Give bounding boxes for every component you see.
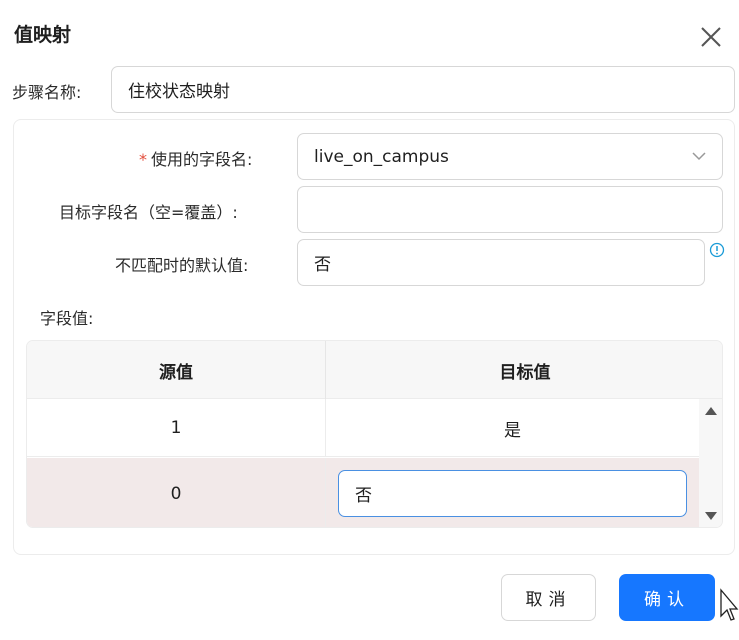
field-name-value: live_on_campus: [314, 146, 449, 167]
value-mapping-dialog: 值映射 步骤名称: 住校状态映射 * 使用的字段名: live_on_campus…: [0, 0, 739, 640]
target-field-input[interactable]: [297, 186, 723, 233]
scroll-down-icon[interactable]: [705, 512, 717, 520]
table-scrollbar[interactable]: [699, 399, 722, 527]
default-value-input[interactable]: 否: [297, 239, 705, 286]
table-header: 源值 目标值: [27, 341, 722, 399]
source-cell[interactable]: 1: [27, 399, 325, 457]
dialog-title: 值映射: [14, 24, 72, 46]
cell-divider: [325, 458, 326, 527]
confirm-button[interactable]: 确认: [619, 574, 715, 621]
table-row[interactable]: 1 是: [27, 399, 699, 457]
target-cell[interactable]: 是: [326, 399, 699, 457]
step-name-value: 住校状态映射: [128, 82, 230, 102]
mouse-cursor-icon: [720, 588, 739, 621]
table-row-selected[interactable]: 0 否: [27, 458, 699, 527]
target-cell-editor-value: 否: [355, 486, 372, 506]
value-mapping-table: 源值 目标值 1 是 0 否: [26, 340, 723, 528]
close-icon[interactable]: [698, 24, 724, 50]
source-cell[interactable]: 0: [27, 458, 325, 527]
chevron-down-icon: [692, 152, 706, 161]
field-values-label: 字段值:: [40, 309, 94, 328]
field-name-label: * 使用的字段名:: [139, 146, 252, 170]
required-mark: *: [139, 150, 147, 169]
default-value: 否: [314, 255, 331, 275]
scroll-up-icon[interactable]: [705, 407, 717, 415]
field-name-select[interactable]: live_on_campus: [297, 133, 723, 180]
field-name-label-text: 使用的字段名:: [151, 150, 253, 169]
default-value-label: 不匹配时的默认值:: [115, 256, 249, 275]
cancel-button[interactable]: 取消: [501, 574, 596, 621]
column-header-source: 源值: [159, 362, 193, 383]
target-field-label: 目标字段名（空=覆盖）:: [59, 203, 238, 222]
target-cell-editor[interactable]: 否: [338, 470, 687, 517]
step-name-input[interactable]: 住校状态映射: [111, 66, 735, 113]
info-icon[interactable]: [709, 242, 725, 258]
column-header-target: 目标值: [499, 362, 551, 383]
step-name-label: 步骤名称:: [12, 83, 82, 102]
